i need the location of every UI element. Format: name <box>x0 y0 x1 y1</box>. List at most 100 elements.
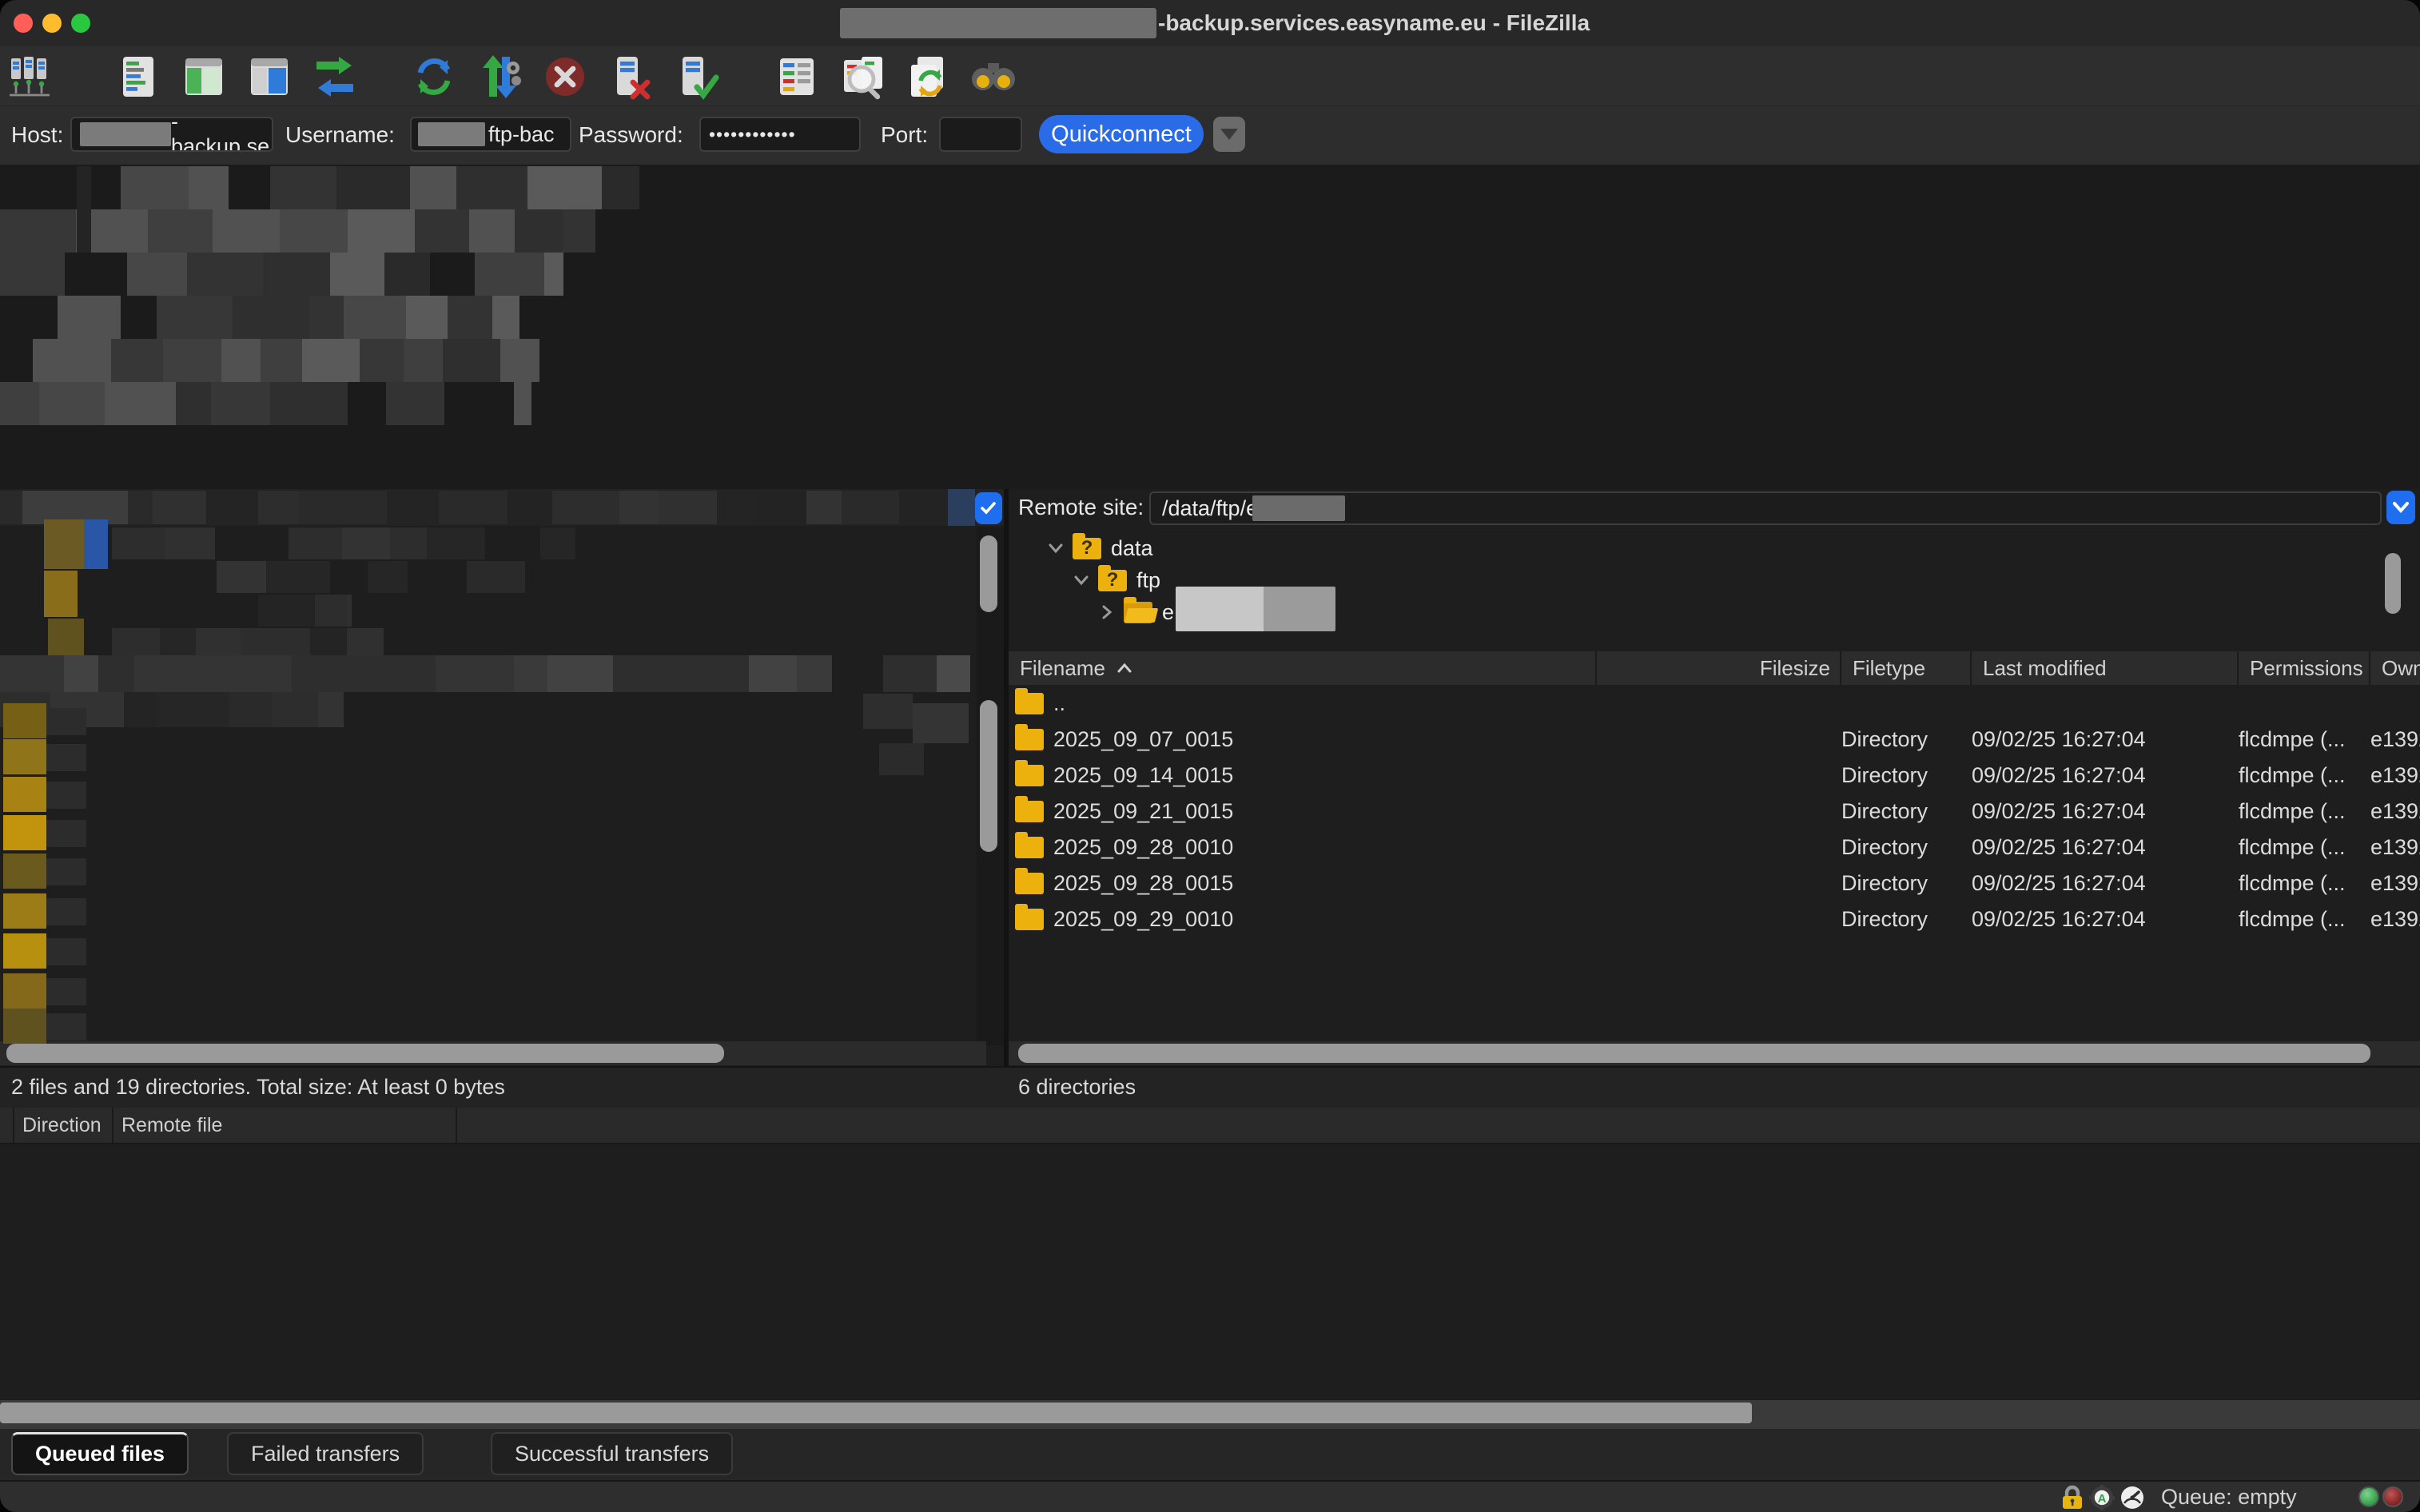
transfer-mode-gear-icon[interactable]: A <box>2089 1485 2115 1512</box>
column-owner[interactable]: Owner/ <box>2370 651 2420 685</box>
quickconnect-dropdown-button[interactable] <box>1213 117 1245 152</box>
remote-file-row[interactable]: 2025_09_07_0015Directory09/02/25 16:27:0… <box>1009 722 2420 758</box>
remote-file-row[interactable]: 2025_09_21_0015Directory09/02/25 16:27:0… <box>1009 794 2420 830</box>
queue-horizontal-scrollbar[interactable] <box>0 1399 2420 1432</box>
redacted-pixel <box>318 692 344 727</box>
chevron-down-icon[interactable] <box>1045 543 1066 554</box>
cancel-operation-icon[interactable] <box>540 53 590 101</box>
column-filetype[interactable]: Filetype <box>1841 651 1972 685</box>
remote-file-row[interactable]: .. <box>1009 686 2420 722</box>
folder-icon <box>1015 729 1044 750</box>
redacted-pixel <box>3 703 46 738</box>
redacted-pixel <box>148 209 213 253</box>
remote-status-text: 6 directories <box>1018 1068 1136 1106</box>
redacted-pixel <box>206 491 258 524</box>
secure-connection-lock-icon[interactable] <box>2059 1485 2086 1512</box>
redacted-pixel <box>165 527 215 559</box>
file-last_modified: 09/02/25 16:27:04 <box>1972 901 2239 937</box>
local-hscroll-thumb[interactable] <box>6 1044 724 1063</box>
column-permissions[interactable]: Permissions <box>2239 651 2370 685</box>
toggle-local-tree-icon[interactable] <box>179 53 229 101</box>
redacted-pixel <box>77 166 91 253</box>
username-input[interactable]: ftp-bac <box>410 117 571 152</box>
tab-successful-transfers[interactable]: Successful transfers <box>491 1432 733 1475</box>
queue-column-remote-file[interactable]: Remote file <box>113 1108 457 1143</box>
local-tree-scroll-thumb[interactable] <box>980 535 997 612</box>
file-permissions: flcdmpe (... <box>2239 794 2370 830</box>
local-site-dropdown-button[interactable] <box>975 492 1002 524</box>
host-value: -backup.se <box>171 117 272 152</box>
file-filesize <box>1597 686 1841 722</box>
file-filesize <box>1597 758 1841 794</box>
redacted-pixel <box>84 519 108 569</box>
tab-failed-transfers[interactable]: Failed transfers <box>227 1432 424 1475</box>
redacted-pixel <box>157 692 230 727</box>
minimize-window-button[interactable] <box>42 14 62 33</box>
folder-icon <box>1015 693 1044 714</box>
host-input[interactable]: -backup.se <box>70 117 273 152</box>
redacted-pixel <box>221 339 261 382</box>
remote-file-row[interactable]: 2025_09_28_0010Directory09/02/25 16:27:0… <box>1009 830 2420 865</box>
reconnect-icon[interactable] <box>671 53 721 101</box>
remote-hscroll-thumb[interactable] <box>1018 1044 2370 1063</box>
toggle-remote-tree-icon[interactable] <box>245 53 294 101</box>
redacted-pixel <box>552 491 619 524</box>
zoom-window-button[interactable] <box>71 14 90 33</box>
remote-file-row[interactable]: 2025_09_29_0010Directory09/02/25 16:27:0… <box>1009 901 2420 937</box>
file-filetype: Directory <box>1841 722 1972 758</box>
local-horizontal-scrollbar[interactable] <box>0 1041 986 1065</box>
synchronized-browsing-icon[interactable] <box>903 53 953 101</box>
remote-tree-scroll-thumb[interactable] <box>2385 553 2401 614</box>
redacted-pixel <box>298 491 349 524</box>
port-input[interactable] <box>939 117 1022 152</box>
queue-column-direction[interactable]: Direction <box>14 1108 113 1143</box>
column-filename[interactable]: Filename <box>1009 651 1597 685</box>
speed-limit-icon[interactable] <box>2119 1485 2145 1512</box>
file-filesize <box>1597 794 1841 830</box>
tree-item-label: data <box>1111 536 1153 561</box>
local-list-scroll-thumb[interactable] <box>980 700 997 852</box>
folder-icon <box>1015 801 1044 822</box>
password-input[interactable]: •••••••••••• <box>699 117 861 152</box>
filezilla-window: -backup.services.easyname.eu - FileZilla… <box>0 0 2420 1512</box>
site-manager-icon[interactable] <box>5 53 54 101</box>
remote-site-input[interactable]: /data/ftp/e <box>1149 491 2382 525</box>
queue-status-text: Queue: empty <box>2161 1482 2297 1512</box>
process-queue-icon[interactable] <box>475 53 524 101</box>
remote-file-row[interactable]: 2025_09_28_0015Directory09/02/25 16:27:0… <box>1009 865 2420 901</box>
directory-filters-icon[interactable] <box>772 53 822 101</box>
file-name: 2025_09_28_0010 <box>1053 835 1233 860</box>
file-owner <box>2370 686 2420 722</box>
tree-item-data[interactable]: data <box>1045 532 1153 564</box>
column-last-modified[interactable]: Last modified <box>1972 651 2239 685</box>
remote-site-dropdown-button[interactable] <box>2386 491 2415 524</box>
redacted-pixel <box>415 209 469 253</box>
redacted-pixel <box>336 166 411 209</box>
find-files-icon[interactable] <box>969 53 1018 101</box>
file-last_modified: 09/02/25 16:27:04 <box>1972 794 2239 830</box>
directory-comparison-icon[interactable] <box>838 53 887 101</box>
quickconnect-button[interactable]: Quickconnect <box>1039 115 1204 153</box>
toggle-transfer-queue-icon[interactable] <box>310 53 360 101</box>
chevron-down-icon[interactable] <box>1071 575 1092 586</box>
redacted-pixel <box>678 655 749 692</box>
disconnect-icon[interactable] <box>606 53 655 101</box>
redacted-pixel <box>111 339 162 382</box>
close-window-button[interactable] <box>14 14 33 33</box>
toggle-message-log-icon[interactable] <box>113 53 163 101</box>
redacted-pixel <box>272 692 318 727</box>
tab-queued-files[interactable]: Queued files <box>11 1432 189 1475</box>
tree-item-selected[interactable]: e <box>1097 596 1335 628</box>
file-owner: e13928 <box>2370 830 2420 865</box>
refresh-icon[interactable] <box>409 53 459 101</box>
queue-hscroll-thumb[interactable] <box>0 1403 1752 1423</box>
tree-item-ftp[interactable]: ftp <box>1071 564 1160 596</box>
file-filetype: Directory <box>1841 830 1972 865</box>
redacted-pixel <box>112 209 148 253</box>
remote-horizontal-scrollbar[interactable] <box>1009 1041 2420 1065</box>
column-filesize[interactable]: Filesize <box>1597 651 1841 685</box>
remote-file-row[interactable]: 2025_09_14_0015Directory09/02/25 16:27:0… <box>1009 758 2420 794</box>
local-vertical-scrollbar[interactable] <box>977 527 1004 1045</box>
chevron-right-icon[interactable] <box>1097 604 1117 620</box>
redacted-pixel <box>258 595 315 627</box>
